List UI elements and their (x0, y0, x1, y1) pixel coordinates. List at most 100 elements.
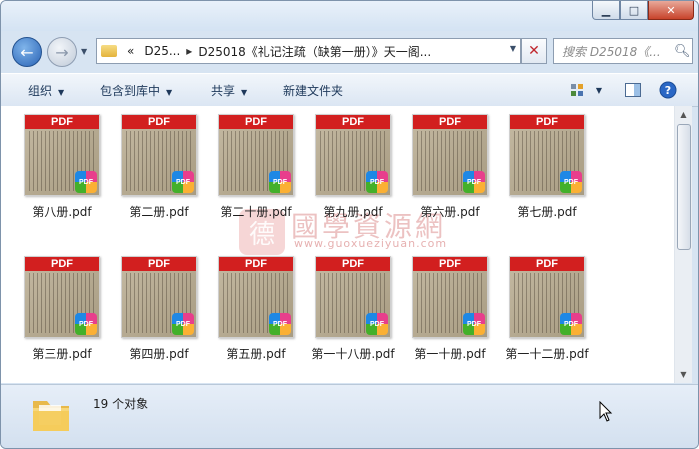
pdf-thumbnail: PDF PDF (509, 256, 585, 338)
file-item[interactable]: PDF PDF 第七册.pdf (499, 106, 595, 220)
title-bar: ▁ □ ✕ (1, 1, 698, 31)
file-name[interactable]: 第二十册.pdf (208, 203, 304, 220)
svg-text:?: ? (665, 84, 671, 97)
navigation-row: ← → ▼ « D25... ▸ D25018《礼记注疏（缺第一册）》天一阁..… (1, 35, 698, 67)
breadcrumb-separator-icon[interactable]: ▸ (186, 44, 192, 58)
pdf-thumbnail: PDF PDF (315, 114, 391, 196)
search-input[interactable]: 搜索 D25018《... (554, 43, 674, 60)
pdf-banner: PDF (413, 257, 487, 271)
pdf-app-icon: PDF (75, 171, 97, 193)
file-item[interactable]: PDF PDF 第二册.pdf (111, 106, 207, 220)
search-box[interactable]: 搜索 D25018《... 🔍︎ (553, 38, 693, 64)
maximize-button[interactable]: □ (620, 1, 648, 20)
pdf-app-icon: PDF (560, 171, 582, 193)
breadcrumb-current[interactable]: D25018《礼记注疏（缺第一册）》天一阁... (198, 43, 431, 60)
file-name[interactable]: 第七册.pdf (499, 203, 595, 220)
file-item[interactable]: PDF PDF 第六册.pdf (402, 106, 498, 220)
pdf-banner: PDF (219, 115, 293, 129)
file-list[interactable]: 德 國學資源網 www.guoxueziyuan.com PDF PDF 第八册.p… (1, 106, 674, 383)
pdf-banner: PDF (510, 115, 584, 129)
pdf-thumbnail: PDF PDF (24, 114, 100, 196)
pdf-thumbnail: PDF PDF (412, 256, 488, 338)
view-options-icon[interactable] (567, 80, 587, 100)
new-folder-button[interactable]: 新建文件夹 (283, 82, 343, 99)
window-controls: ▁ □ ✕ (592, 1, 694, 21)
scroll-down-icon[interactable]: ▼ (675, 366, 692, 383)
pdf-thumbnail: PDF PDF (121, 256, 197, 338)
file-item[interactable]: PDF PDF 第五册.pdf (208, 248, 304, 362)
folder-icon (33, 401, 69, 431)
pdf-app-icon: PDF (269, 313, 291, 335)
file-name[interactable]: 第四册.pdf (111, 345, 207, 362)
pdf-banner: PDF (25, 115, 99, 129)
pdf-app-icon: PDF (366, 171, 388, 193)
pdf-banner: PDF (122, 257, 196, 271)
file-name[interactable]: 第八册.pdf (14, 203, 110, 220)
pdf-thumbnail: PDF PDF (412, 114, 488, 196)
file-name[interactable]: 第二册.pdf (111, 203, 207, 220)
pdf-banner: PDF (413, 115, 487, 129)
preview-pane-icon[interactable] (623, 80, 643, 100)
address-dropdown-icon[interactable]: ▼ (510, 44, 516, 53)
file-name[interactable]: 第九册.pdf (305, 203, 401, 220)
pdf-thumbnail: PDF PDF (218, 114, 294, 196)
folder-icon (101, 45, 117, 57)
back-button[interactable]: ← (12, 37, 42, 67)
include-in-library-menu[interactable]: 包含到库中 ▼ (100, 82, 172, 99)
search-icon[interactable]: 🔍︎ (674, 44, 692, 59)
pdf-thumbnail: PDF PDF (315, 256, 391, 338)
file-name[interactable]: 第五册.pdf (208, 345, 304, 362)
pdf-thumbnail: PDF PDF (509, 114, 585, 196)
close-button[interactable]: ✕ (648, 1, 694, 20)
pdf-app-icon: PDF (269, 171, 291, 193)
pdf-app-icon: PDF (560, 313, 582, 335)
file-name[interactable]: 第一十八册.pdf (305, 345, 401, 362)
share-menu[interactable]: 共享 ▼ (211, 82, 247, 99)
pdf-app-icon: PDF (75, 313, 97, 335)
chevron-down-icon: ▼ (166, 88, 173, 97)
vertical-scrollbar[interactable]: ▲ ▼ (674, 106, 692, 383)
file-item[interactable]: PDF PDF 第二十册.pdf (208, 106, 304, 220)
file-name[interactable]: 第三册.pdf (14, 345, 110, 362)
breadcrumb-parent[interactable]: D25... (144, 44, 180, 58)
file-name[interactable]: 第六册.pdf (402, 203, 498, 220)
command-bar: 组织 ▼ 包含到库中 ▼ 共享 ▼ 新建文件夹 ▼ ? (1, 73, 698, 107)
new-folder-label: 新建文件夹 (283, 84, 344, 98)
object-count: 19 个对象 (93, 397, 149, 411)
file-item[interactable]: PDF PDF 第一十册.pdf (402, 248, 498, 362)
file-item[interactable]: PDF PDF 第一十二册.pdf (499, 248, 595, 362)
file-item[interactable]: PDF PDF 第三册.pdf (14, 248, 110, 362)
file-item[interactable]: PDF PDF 第九册.pdf (305, 106, 401, 220)
pdf-thumbnail: PDF PDF (24, 256, 100, 338)
pdf-app-icon: PDF (463, 171, 485, 193)
breadcrumb-overflow[interactable]: « (127, 44, 134, 58)
pdf-banner: PDF (316, 257, 390, 271)
history-dropdown-icon[interactable]: ▼ (81, 47, 87, 56)
organize-menu[interactable]: 组织 ▼ (28, 82, 64, 99)
organize-label: 组织 (28, 84, 53, 98)
pdf-banner: PDF (510, 257, 584, 271)
pdf-thumbnail: PDF PDF (121, 114, 197, 196)
forward-button[interactable]: → (47, 37, 77, 67)
minimize-button[interactable]: ▁ (592, 1, 620, 20)
chevron-down-icon: ▼ (58, 88, 65, 97)
pdf-banner: PDF (25, 257, 99, 271)
view-dropdown-icon[interactable]: ▼ (589, 80, 609, 100)
explorer-window: ▁ □ ✕ ← → ▼ « D25... ▸ D25018《礼记注疏（缺第一册）… (0, 0, 699, 449)
details-pane: 19 个对象 (1, 384, 698, 448)
file-item[interactable]: PDF PDF 第一十八册.pdf (305, 248, 401, 362)
file-name[interactable]: 第一十二册.pdf (499, 345, 595, 362)
pdf-banner: PDF (316, 115, 390, 129)
chevron-down-icon: ▼ (241, 88, 248, 97)
file-item[interactable]: PDF PDF 第八册.pdf (14, 106, 110, 220)
scroll-thumb[interactable] (677, 124, 691, 250)
close-x-icon[interactable]: ✕ (521, 38, 547, 64)
pdf-banner: PDF (122, 115, 196, 129)
pdf-banner: PDF (219, 257, 293, 271)
file-name[interactable]: 第一十册.pdf (402, 345, 498, 362)
address-bar[interactable]: « D25... ▸ D25018《礼记注疏（缺第一册）》天一阁... ▼ (96, 38, 521, 64)
scroll-up-icon[interactable]: ▲ (675, 106, 692, 123)
help-icon[interactable]: ? (658, 80, 678, 100)
pdf-thumbnail: PDF PDF (218, 256, 294, 338)
file-item[interactable]: PDF PDF 第四册.pdf (111, 248, 207, 362)
